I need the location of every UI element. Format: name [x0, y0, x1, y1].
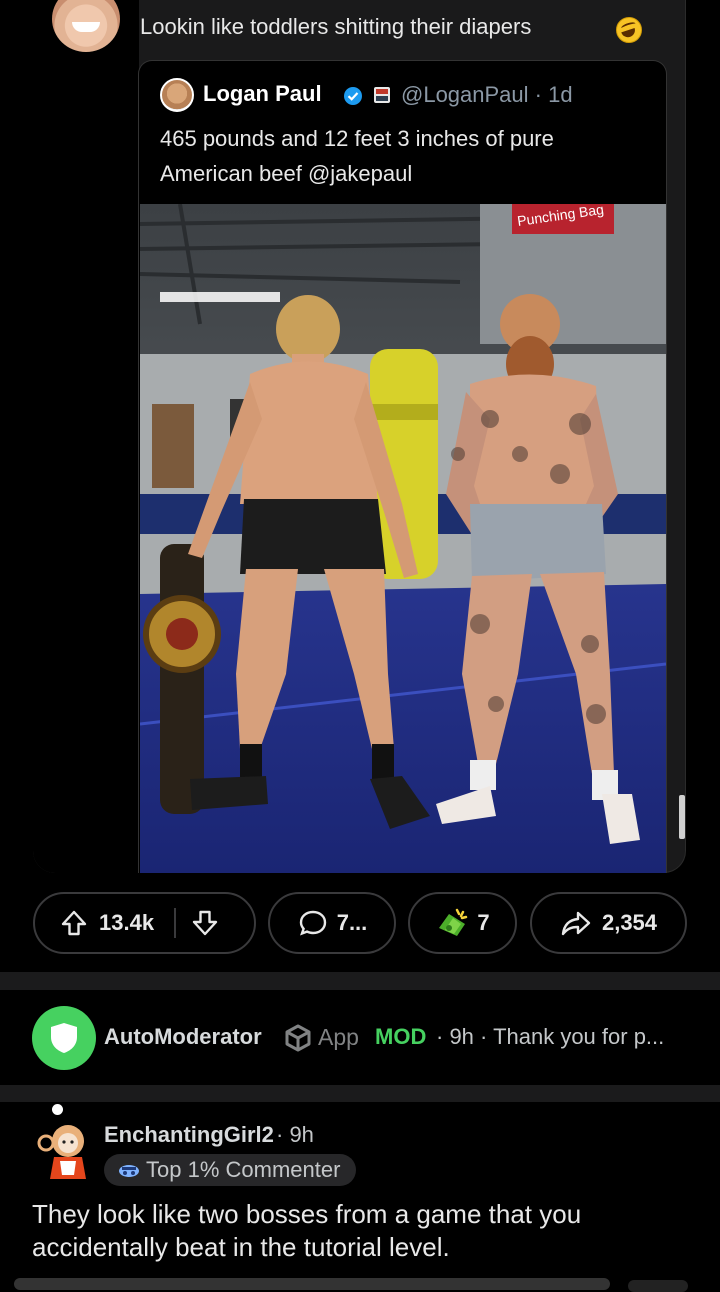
comment-bubble-icon: [299, 910, 326, 936]
verified-badge-icon: [344, 87, 362, 105]
tweet-author-name: Logan Paul: [203, 81, 322, 106]
commenter-avatar[interactable]: [34, 1117, 98, 1185]
shield-icon: [51, 1023, 77, 1053]
award-button[interactable]: 7: [408, 892, 517, 954]
upvote-count: 13.4k: [99, 910, 155, 935]
user-flair-badge: Top 1% Commenter: [104, 1154, 357, 1186]
tweet-photo[interactable]: Punching Bag: [140, 204, 666, 873]
comment-count: 7...: [336, 910, 368, 935]
laughing-emoji-icon: [616, 17, 642, 43]
app-cube-icon: [285, 1024, 311, 1052]
top-commenter-icon: [119, 1165, 139, 1177]
comment-username[interactable]: EnchantingGirl2: [104, 1122, 274, 1148]
tweet-handle-time: @LoganPaul · 1d: [401, 82, 573, 107]
vote-controls[interactable]: 13.4k: [33, 892, 256, 954]
vote-divider: [174, 908, 177, 938]
reply-bar[interactable]: [14, 1278, 610, 1290]
share-count: 2,354: [601, 910, 658, 935]
award-icon: [439, 908, 468, 936]
automoderator-avatar[interactable]: [32, 1006, 96, 1070]
share-arrow-icon: [561, 911, 591, 936]
tweet-body: 465 pounds and 12 feet 3 inches of pure …: [160, 126, 554, 186]
gym-photo-illustration: Punching Bag: [140, 204, 666, 873]
upvote-arrow-icon[interactable]: [59, 908, 89, 938]
mod-label: MOD: [375, 1024, 427, 1049]
section-divider: [0, 972, 720, 990]
automoderator-username[interactable]: AutoModerator: [104, 1024, 262, 1050]
tweet-author-avatar: [160, 78, 194, 112]
thread-gutter: [33, 0, 139, 873]
automoderator-meta: · 9h · Thank you for p...: [436, 1024, 665, 1049]
award-count: 7: [477, 910, 490, 935]
flair-text: Top 1% Commenter: [146, 1157, 341, 1182]
scrollbar-thumb[interactable]: [679, 795, 685, 839]
post-text: Lookin like toddlers shitting their diap…: [140, 14, 532, 39]
reply-action[interactable]: [628, 1280, 688, 1292]
comment-time: · 9h: [276, 1122, 314, 1147]
comment-body: They look like two bosses from a game th…: [32, 1199, 582, 1262]
share-button[interactable]: 2,354: [530, 892, 687, 954]
comments-button[interactable]: 7...: [268, 892, 396, 954]
online-indicator: [52, 1104, 63, 1115]
section-divider: [0, 1085, 720, 1102]
downvote-arrow-icon[interactable]: [190, 908, 220, 938]
affiliate-badge-icon: [374, 87, 390, 103]
app-label: App: [318, 1024, 359, 1050]
